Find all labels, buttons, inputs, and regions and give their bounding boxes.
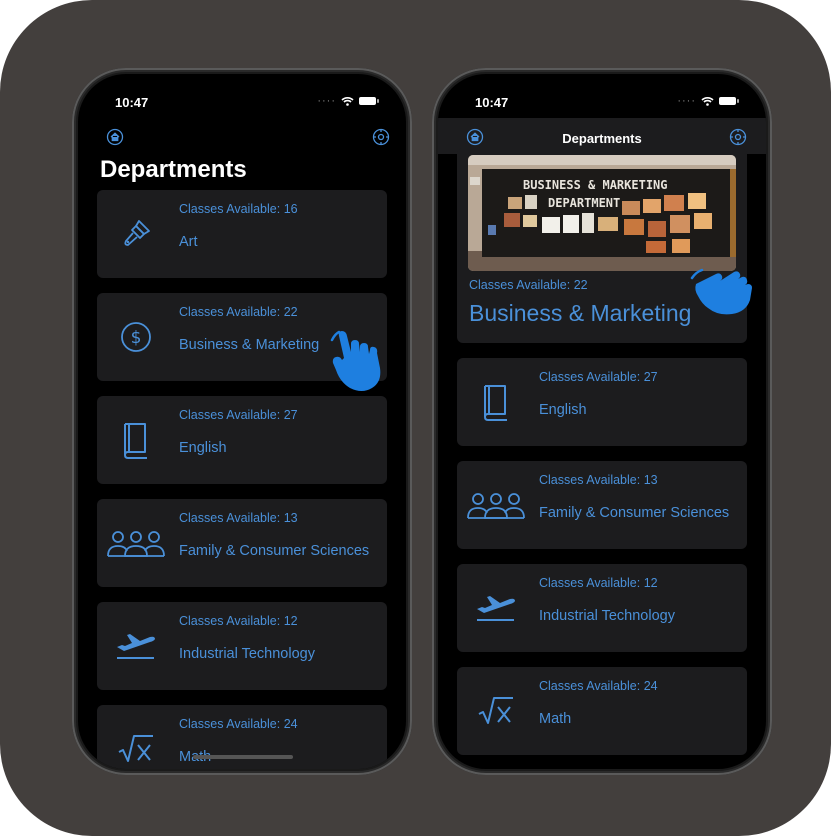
wifi-icon [701, 97, 714, 106]
department-card-math[interactable]: Classes Available: 24 Math [457, 667, 747, 755]
classes-available: Classes Available: 27 [179, 408, 298, 422]
airplane-icon [97, 602, 175, 690]
classes-available: Classes Available: 12 [539, 576, 658, 590]
photo-sign-text: BUSINESS & MARKETING [523, 178, 668, 192]
screen-right: 10:47 ···· Departments BUSINESS & MARKET… [438, 74, 766, 769]
department-name: Industrial Technology [539, 608, 675, 624]
classes-available: Classes Available: 16 [179, 202, 298, 216]
classes-available: Classes Available: 27 [539, 370, 658, 384]
classes-available: Classes Available: 24 [539, 679, 658, 693]
people-icon [457, 461, 535, 549]
people-icon [97, 499, 175, 587]
department-name: English [539, 402, 587, 418]
department-card-family[interactable]: Classes Available: 13 Family & Consumer … [457, 461, 747, 549]
nav-title: Departments [562, 131, 642, 146]
department-card-industrial[interactable]: Classes Available: 12 Industrial Technol… [97, 602, 387, 690]
status-time: 10:47 [115, 95, 149, 110]
home-indicator[interactable] [193, 755, 293, 759]
svg-text:$: $ [131, 328, 142, 348]
page-title: Departments [100, 156, 247, 183]
classes-available: Classes Available: 13 [179, 511, 298, 525]
wifi-icon [341, 97, 354, 106]
classes-available: Classes Available: 22 [469, 278, 588, 292]
tap-hand-icon [330, 330, 381, 391]
department-card-english[interactable]: Classes Available: 27 English [457, 358, 747, 446]
department-name: Business & Marketing [179, 337, 320, 353]
department-card-industrial[interactable]: Classes Available: 12 Industrial Technol… [457, 564, 747, 652]
department-card-math[interactable]: Classes Available: 24 Math [97, 705, 387, 769]
book-icon [97, 396, 175, 484]
dollar-icon: $ [97, 293, 175, 381]
book-icon [457, 358, 535, 446]
screen-left: 10:47 ···· Departments Classes Available… [78, 74, 406, 769]
department-name: Family & Consumer Sciences [539, 505, 730, 521]
department-name: English [179, 440, 227, 456]
home-icon[interactable] [106, 128, 124, 146]
signal-icon: ···· [317, 95, 336, 107]
settings-icon[interactable] [372, 128, 390, 146]
battery-icon [359, 97, 379, 105]
photo-sign-text: DEPARTMENT [548, 196, 620, 210]
classes-available: Classes Available: 13 [539, 473, 658, 487]
airplane-icon [457, 564, 535, 652]
status-icons: ···· [317, 95, 379, 107]
notch [545, 74, 659, 106]
notch [185, 74, 299, 106]
department-name: Business & Marketing [469, 300, 692, 326]
classes-available: Classes Available: 24 [179, 717, 298, 731]
department-card-art[interactable]: Classes Available: 16 Art [97, 190, 387, 278]
paintbrush-icon [97, 190, 175, 278]
classes-available: Classes Available: 22 [179, 305, 298, 319]
department-card-family[interactable]: Classes Available: 13 Family & Consumer … [97, 499, 387, 587]
department-photo: BUSINESS & MARKETING DEPARTMENT [468, 155, 736, 271]
department-name: Industrial Technology [179, 646, 315, 662]
department-name: Art [179, 234, 198, 250]
tap-hand-icon [690, 268, 752, 315]
settings-icon[interactable] [729, 128, 747, 146]
status-time: 10:47 [475, 95, 509, 110]
phone-left: 10:47 ···· Departments Classes Available… [72, 68, 412, 775]
phone-right: 10:47 ···· Departments BUSINESS & MARKET… [432, 68, 772, 775]
department-card-english[interactable]: Classes Available: 27 English [97, 396, 387, 484]
sqrt-icon [97, 705, 175, 769]
department-name: Math [539, 711, 572, 727]
sqrt-icon [457, 667, 535, 755]
signal-icon: ···· [677, 95, 696, 107]
status-icons: ···· [677, 95, 739, 107]
department-name: Family & Consumer Sciences [179, 543, 370, 559]
classes-available: Classes Available: 12 [179, 614, 298, 628]
battery-icon [719, 97, 739, 105]
